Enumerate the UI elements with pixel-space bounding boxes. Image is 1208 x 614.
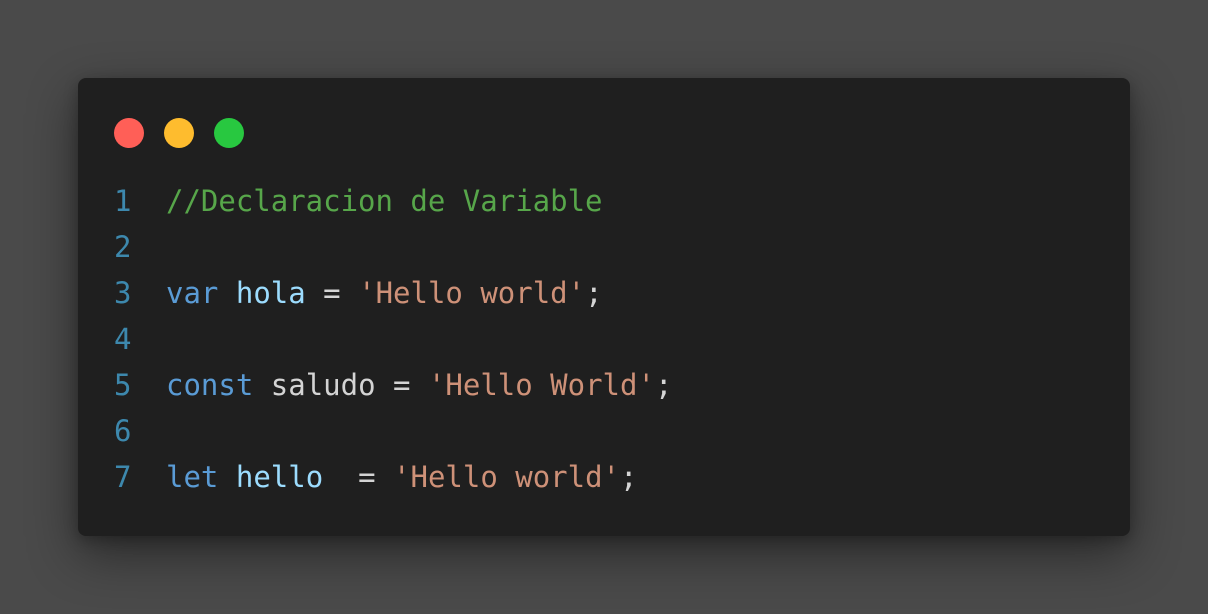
- operator-token: =: [358, 460, 376, 494]
- string-token: 'Hello world': [358, 276, 586, 310]
- string-token: 'Hello world': [393, 460, 621, 494]
- keyword-token: let: [166, 460, 219, 494]
- code-line-4: 4: [114, 316, 672, 362]
- code-line-2: 2: [114, 224, 672, 270]
- line-number: 1: [114, 184, 132, 218]
- code-line-5: 5 const saludo = 'Hello World';: [114, 362, 672, 408]
- identifier-token: saludo: [270, 368, 376, 402]
- operator-token: =: [323, 276, 341, 310]
- code-line-1: 1 //Declaracion de Variable: [114, 178, 672, 224]
- identifier-token: hello: [235, 460, 324, 494]
- semicolon-token: ;: [585, 276, 603, 310]
- line-number: 7: [114, 460, 132, 494]
- line-number: 4: [114, 322, 132, 356]
- close-dot-icon[interactable]: [114, 118, 144, 148]
- minimize-dot-icon[interactable]: [164, 118, 194, 148]
- comment-token: //Declaracion de Variable: [166, 184, 603, 218]
- line-number: 3: [114, 276, 132, 310]
- semicolon-token: ;: [620, 460, 638, 494]
- identifier-token: hola: [235, 276, 306, 310]
- keyword-token: var: [166, 276, 219, 310]
- semicolon-token: ;: [654, 368, 673, 402]
- line-number: 5: [114, 368, 132, 402]
- code-window: 1 //Declaracion de Variable 2 3 var hola =…: [78, 78, 1130, 536]
- code-line-3: 3 var hola = 'Hello world';: [114, 270, 672, 316]
- line-number: 6: [114, 414, 132, 448]
- code-line-6: 6: [114, 408, 672, 454]
- window-controls: [114, 118, 244, 148]
- code-line-7: 7 let hello = 'Hello world';: [114, 454, 672, 500]
- code-block: 1 //Declaracion de Variable 2 3 var hola =…: [114, 178, 672, 500]
- keyword-token: const: [166, 368, 254, 402]
- string-token: 'Hello World': [427, 368, 655, 402]
- operator-token: =: [393, 368, 411, 402]
- maximize-dot-icon[interactable]: [214, 118, 244, 148]
- line-number: 2: [114, 230, 132, 264]
